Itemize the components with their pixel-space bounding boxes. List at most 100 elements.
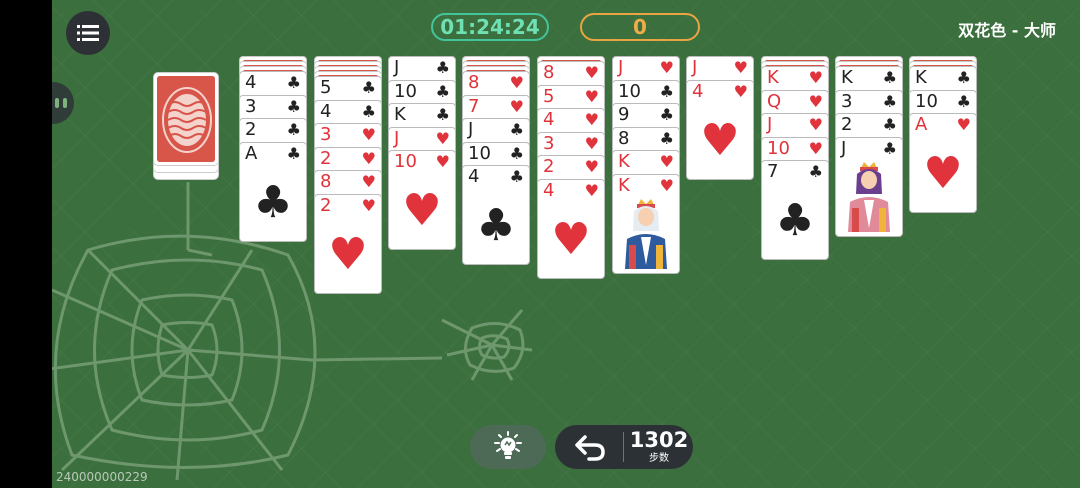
heart-suit-icon: ♥ [361,172,376,191]
hamburger-icon [77,25,99,41]
playing-card[interactable]: 4 ♣ ♣ [462,165,530,265]
tableau-column[interactable]: J ♥ 4 ♥ ♥ [686,56,754,356]
playing-card[interactable]: 4 ♥ ♥ [686,79,754,180]
card-rank: 2 [320,194,332,216]
card-rank: 4 [245,72,257,93]
club-suit-icon: ♣ [659,128,674,148]
card-rank: 2 [841,114,853,135]
playing-card[interactable]: J ♣ [835,136,903,237]
heart-suit-icon: ♥ [733,58,748,77]
club-suit-icon: ♣ [361,78,376,97]
card-rank: 4 [320,100,332,122]
card-rank: 2 [245,119,257,140]
card-rank: 3 [320,124,332,145]
side-drawer-handle[interactable] [52,82,74,124]
game-table: 01:24:24 0 双花色 - 大师 4 ♣ 3 ♣ 2 ♣ A ♣ ♣ 5 … [52,0,1080,488]
club-suit-icon: ♣ [882,91,897,111]
club-suit-icon: ♣ [509,143,524,163]
playing-card[interactable]: 7 ♣ ♣ [761,160,829,260]
club-suit-large-icon: ♣ [476,200,516,251]
card-rank: K [618,151,630,172]
club-suit-icon: ♣ [435,58,450,77]
card-rank: J [767,114,773,135]
heart-suit-large-icon: ♥ [551,213,591,265]
club-suit-icon: ♣ [435,105,450,124]
heart-suit-icon: ♥ [808,115,823,134]
card-rank: A [245,142,258,164]
game-id: 240000000229 [56,470,148,484]
card-rank: J [468,119,474,140]
card-rank: 3 [841,90,853,112]
heart-suit-icon: ♥ [733,81,748,101]
heart-suit-icon: ♥ [956,115,971,134]
club-suit-icon: ♣ [956,91,971,111]
score-display: 0 [580,13,700,41]
tableau-column[interactable]: 4 ♣ 3 ♣ 2 ♣ A ♣ ♣ [239,56,307,356]
club-suit-icon: ♣ [435,81,450,101]
heart-suit-icon: ♥ [435,152,450,171]
game-timer: 01:24:24 [431,13,549,41]
card-rank: 5 [320,77,332,98]
heart-suit-icon: ♥ [361,195,376,215]
heart-suit-icon: ♥ [659,58,674,77]
card-rank: J [841,137,847,159]
card-rank: J [394,57,400,78]
jack-portrait-icon [848,161,890,232]
card-rank: 8 [320,171,332,192]
card-rank: 10 [767,137,790,159]
undo-separator [623,432,624,462]
king-portrait-icon [625,198,667,269]
card-rank: 9 [618,104,630,125]
undo-arrow-icon [575,435,605,461]
playing-card[interactable]: K ♥ [612,173,680,274]
hint-button[interactable] [470,425,546,469]
playing-card[interactable]: A ♣ ♣ [239,141,307,242]
tableau-column[interactable]: 5 ♣ 4 ♣ 3 ♥ 2 ♥ 8 ♥ 2 ♥ ♥ [314,56,382,356]
playing-card[interactable]: 4 ♥ ♥ [537,178,605,279]
card-rank: 10 [915,90,938,112]
heart-suit-icon: ♥ [659,175,674,195]
tableau-column[interactable]: K ♣ 3 ♣ 2 ♣ J ♣ [835,56,903,356]
playing-card[interactable]: 2 ♥ ♥ [314,193,382,294]
card-rank: J [394,127,400,149]
card-rank: J [618,57,624,78]
tableau-column[interactable]: 8 ♥ 7 ♥ J ♣ 10 ♣ 4 ♣ ♣ [462,56,530,356]
stock-pile[interactable] [153,72,221,182]
card-back-pattern-icon [157,76,215,162]
heart-suit-icon: ♥ [659,152,674,171]
move-counter: 1302 [629,428,689,452]
club-suit-icon: ♣ [509,120,524,139]
club-suit-icon: ♣ [659,81,674,101]
card-rank: Q [767,90,782,112]
card-rank: 3 [245,95,257,117]
club-suit-icon: ♣ [286,120,301,139]
card-rank: 10 [394,151,417,172]
handle-dot-icon [55,98,59,108]
heart-suit-icon: ♥ [584,63,599,82]
card-rank: 4 [468,166,480,187]
heart-suit-icon: ♥ [808,91,823,111]
move-counter-label: 步数 [649,453,669,464]
undo-button[interactable]: 1302 步数 [555,425,693,469]
playing-card[interactable]: 10 ♥ ♥ [388,150,456,250]
heart-suit-large-icon: ♥ [402,185,442,236]
playing-card[interactable]: A ♥ ♥ [909,113,977,213]
tableau-column[interactable]: J ♥ 10 ♣ 9 ♣ 8 ♣ K ♥ K ♥ [612,56,680,356]
club-suit-large-icon: ♣ [253,176,293,228]
tableau-column[interactable]: K ♥ Q ♥ J ♥ 10 ♥ 7 ♣ ♣ [761,56,829,356]
tableau-column[interactable]: K ♣ 10 ♣ A ♥ ♥ [909,56,977,356]
stock-card-back [153,72,219,166]
tableau-column[interactable]: J ♣ 10 ♣ K ♣ J ♥ 10 ♥ ♥ [388,56,456,356]
menu-button[interactable] [66,11,110,55]
card-rank: 4 [543,179,555,201]
card-rank: 2 [320,147,332,169]
tableau-column[interactable]: 8 ♥ 5 ♥ 4 ♥ 3 ♥ 2 ♥ 4 ♥ ♥ [537,56,605,356]
card-rank: 10 [468,142,491,164]
club-suit-icon: ♣ [882,68,897,87]
card-rank: K [915,67,927,88]
card-rank: J [692,57,698,78]
heart-suit-icon: ♥ [361,148,376,168]
card-rank: 8 [543,62,555,83]
card-rank: K [394,104,406,125]
card-rank: 10 [618,80,641,102]
